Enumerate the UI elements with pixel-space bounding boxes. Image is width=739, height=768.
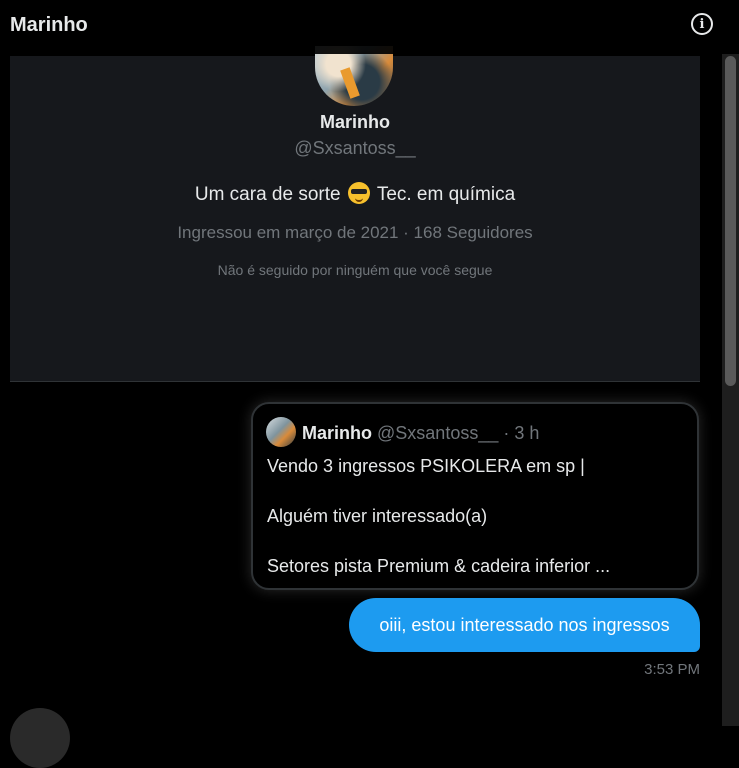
sent-message-text: oiii, estou interessado nos ingressos [379, 614, 670, 635]
quoted-post-time: 3 h [514, 423, 540, 443]
bio-text-start: Um cara de sorte [194, 184, 341, 205]
follow-note: Não é seguido por ninguém que você segue [217, 262, 493, 278]
conversation-header: Marinho i [0, 0, 739, 54]
message-timestamp: 3:53 PM [644, 661, 700, 678]
sunglasses-emoji-icon [347, 182, 370, 204]
quoted-post-line: Alguém tiver interessado(a) [267, 506, 488, 526]
quoted-post-handle: @Sxsantoss__ [377, 423, 499, 443]
quoted-post-line: Setores pista Premium & cadeira inferior… [267, 556, 611, 576]
scrollbar-thumb[interactable] [725, 56, 736, 386]
quoted-post-header: Marinho @Sxsantoss__ · 3 h [302, 423, 539, 444]
profile-meta: Ingressou em março de 2021 · 168 Seguido… [177, 223, 533, 242]
conversation-title: Marinho [10, 14, 88, 36]
scrollbar[interactable] [722, 54, 739, 726]
info-icon[interactable]: i [691, 13, 713, 35]
quoted-post-line: Vendo 3 ingressos PSIKOLERA em sp | [267, 456, 585, 476]
profile-avatar[interactable] [315, 46, 393, 106]
profile-handle: @Sxsantoss__ [294, 138, 416, 158]
profile-card[interactable]: Marinho @Sxsantoss__ Um cara de sorte Te… [10, 46, 700, 382]
profile-name: Marinho [320, 112, 390, 132]
quoted-post-avatar[interactable] [266, 417, 296, 447]
quoted-post-card[interactable]: Marinho @Sxsantoss__ · 3 h Vendo 3 ingre… [251, 402, 699, 590]
profile-bio: Um cara de sorte Tec. em química [10, 182, 700, 206]
quoted-post-author: Marinho [302, 423, 372, 443]
sent-message-bubble[interactable]: oiii, estou interessado nos ingressos [349, 598, 700, 652]
floating-action-button[interactable] [10, 708, 70, 768]
bio-text-end: Tec. em química [376, 184, 516, 205]
quoted-post-separator: · [503, 423, 510, 443]
